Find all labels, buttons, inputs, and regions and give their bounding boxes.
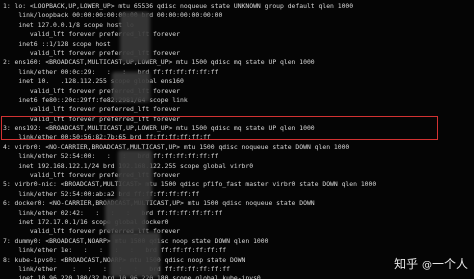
terminal-line: inet 10. .128.112.255 scope global ens16…: [3, 77, 184, 86]
terminal-line: 5: virbr0-nic: <BROADCAST,MULTICAST> mtu…: [3, 180, 377, 189]
terminal-line: 1: lo: <LOOPBACK,UP,LOWER_UP> mtu 65536 …: [3, 2, 354, 10]
terminal-line: 4: virbr0: <NO-CARRIER,BROADCAST,MULTICA…: [3, 142, 350, 151]
terminal-line: valid_lft forever preferred_lft forever: [3, 105, 180, 114]
terminal-line: valid_lft forever preferred_lft forever: [3, 171, 180, 180]
terminal-line: link/ether 52:54:00:ab:a2 brd ff:ff:ff:f…: [3, 189, 200, 198]
terminal-line: 7: dummy0: <BROADCAST,NOARP> mtu 1500 qd…: [3, 236, 269, 245]
terminal-line: inet6 fe80::20c:29ff:fe82:2981/64 scope …: [3, 95, 188, 104]
watermark-brand: 知乎: [394, 257, 419, 271]
terminal-line: link/ether 02:42: : : : brd ff:ff:ff:ff:…: [18, 208, 223, 217]
redaction-smear: [112, 72, 150, 102]
terminal-line: inet 127.0.0.1/8 scope host lo: [3, 20, 134, 29]
terminal-line: 2: ens160: <BROADCAST,MULTICAST,UP,LOWER…: [3, 58, 315, 67]
redaction-smear: [110, 232, 160, 277]
terminal-line: link/ether 00:0c:29: : : brd ff:ff:ff:ff…: [3, 67, 219, 76]
terminal-output: 1: lo: <LOOPBACK,UP,LOWER_UP> mtu 65536 …: [3, 2, 473, 279]
redaction-smear: [105, 200, 147, 232]
terminal-line: 6: docker0: <NO-CARRIER,BROADCAST,MULTIC…: [3, 199, 315, 208]
highlight-box: [1, 116, 438, 140]
terminal-line: inet 192.168.122.1/24 brd 192.168.122.25…: [18, 161, 254, 170]
terminal-line: valid_lft forever preferred_lft forever: [3, 48, 180, 57]
terminal-screen: 1: lo: <LOOPBACK,UP,LOWER_UP> mtu 65536 …: [0, 0, 474, 279]
terminal-line: inet 10.96.220.180/32 brd 10.96.220.180 …: [18, 274, 261, 279]
terminal-line: link/ether 52:54:00: : : brd ff:ff:ff:ff…: [3, 152, 219, 161]
watermark-author: 一个人: [431, 257, 468, 271]
terminal-line: valid_lft forever preferred_lft forever: [3, 227, 180, 236]
terminal-line: valid_lft forever preferred_lft forever: [3, 30, 180, 39]
watermark: 知乎 @一个人: [394, 257, 468, 273]
terminal-line: inet 172.17.0.1/16 scope global docker0: [3, 217, 169, 226]
watermark-separator: @: [421, 260, 432, 271]
redaction-smear: [118, 150, 152, 202]
terminal-line: link/ether 1e: : : : : brd ff:ff:ff:ff:f…: [18, 246, 227, 255]
terminal-line: inet6 ::1/128 scope host: [3, 39, 111, 48]
terminal-line: valid_lft forever preferred_lft forever: [3, 86, 180, 95]
redaction-smear: [120, 12, 150, 62]
terminal-line: link/loopback 00:00:00:00:00:00 brd 00:0…: [3, 11, 223, 20]
